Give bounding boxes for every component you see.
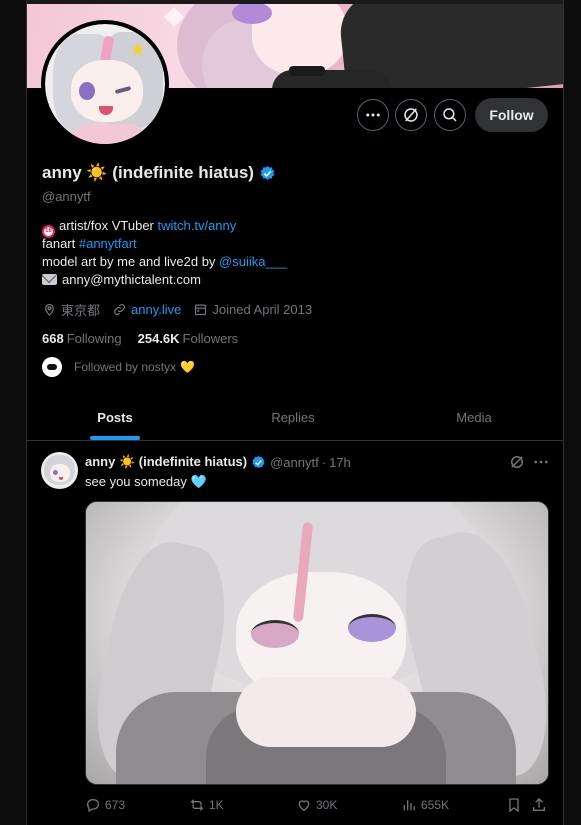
profile-column: ★ Follow anny ☀️ (indefinite hiatus) @an… xyxy=(26,0,564,825)
bio-line-1: 18 artist/fox VTuber twitch.tv/anny xyxy=(42,217,287,238)
views-button[interactable]: 655K xyxy=(401,797,449,813)
post-more-icon[interactable] xyxy=(532,453,550,471)
bio-line-2: fanart #annytfart xyxy=(42,236,137,251)
search-profile-button[interactable] xyxy=(434,99,466,131)
like-icon xyxy=(298,800,310,812)
post-separator: · xyxy=(321,454,327,470)
post-author-name[interactable]: anny ☀️ (indefinite hiatus) xyxy=(85,454,247,470)
bio-email: anny@mythictalent.com xyxy=(62,272,201,287)
post-actions: 673 1K 30K 655K xyxy=(85,797,551,815)
light-blue-heart-emoji: 🩵 xyxy=(190,474,207,489)
tab-posts[interactable]: Posts xyxy=(27,395,203,440)
profile-website[interactable]: anny.live xyxy=(112,302,181,317)
profile-meta: 東京都 anny.live Joined April 2013 xyxy=(42,300,324,319)
profile-location: 東京都 xyxy=(42,300,100,319)
profile-name-row: anny ☀️ (indefinite hiatus) xyxy=(42,163,276,183)
like-button[interactable]: 30K xyxy=(296,797,337,813)
share-button[interactable] xyxy=(531,797,551,813)
bookmark-button[interactable] xyxy=(506,797,526,813)
following-link[interactable]: 668 Following xyxy=(42,331,122,346)
envelope-icon xyxy=(42,274,57,285)
hashtag-link[interactable]: #annytfart xyxy=(79,236,137,251)
post-text: see you someday 🩵 xyxy=(85,474,207,489)
views-icon xyxy=(403,800,415,811)
more-icon xyxy=(366,113,380,117)
tab-replies[interactable]: Replies xyxy=(203,395,383,440)
share-icon xyxy=(533,798,545,811)
reply-button[interactable]: 673 xyxy=(85,797,125,813)
display-name: anny ☀️ (indefinite hiatus) xyxy=(42,163,254,182)
verified-badge-icon[interactable] xyxy=(251,455,266,470)
grok-icon[interactable] xyxy=(508,453,526,471)
reply-icon xyxy=(86,799,99,813)
profile-handle: @annytf xyxy=(42,189,91,204)
bio-line-4: anny@mythictalent.com xyxy=(42,271,287,289)
post-header: anny ☀️ (indefinite hiatus) @annytf · 17… xyxy=(85,454,351,470)
search-icon xyxy=(443,108,457,122)
post-image[interactable] xyxy=(85,501,549,785)
profile-stats: 668 Following 254.6K Followers xyxy=(42,331,254,346)
link-icon xyxy=(114,304,125,315)
followers-link[interactable]: 254.6K Followers xyxy=(138,331,239,346)
repost-button[interactable]: 1K xyxy=(189,797,224,813)
mention-link[interactable]: @suiika___ xyxy=(219,254,287,269)
twitch-link[interactable]: twitch.tv/anny xyxy=(158,218,237,233)
post-timestamp[interactable]: 17h xyxy=(329,455,351,470)
bio-line-3: model art by me and live2d by @suiika___ xyxy=(42,254,288,269)
verified-badge-icon[interactable] xyxy=(259,165,276,182)
follower-avatar xyxy=(42,357,62,377)
tab-media[interactable]: Media xyxy=(383,395,563,440)
profile-joined: Joined April 2013 xyxy=(193,302,312,317)
followed-by[interactable]: Followed by nostyx 💛 xyxy=(42,357,195,377)
grok-icon xyxy=(404,108,418,122)
yellow-heart-emoji: 💛 xyxy=(180,360,195,374)
location-icon xyxy=(45,303,54,317)
repost-icon xyxy=(190,799,204,811)
grok-button[interactable] xyxy=(395,99,427,131)
follow-button[interactable]: Follow xyxy=(475,98,548,132)
post-author-handle[interactable]: @annytf xyxy=(270,455,319,470)
post-author-avatar[interactable] xyxy=(41,452,78,489)
profile-bio: 18 artist/fox VTuber twitch.tv/anny fanar… xyxy=(42,217,287,289)
more-options-button[interactable] xyxy=(357,99,389,131)
calendar-icon xyxy=(195,304,207,316)
bookmark-icon xyxy=(509,798,519,813)
profile-tabs: Posts Replies Media xyxy=(27,395,563,441)
profile-avatar[interactable]: ★ xyxy=(41,20,169,148)
